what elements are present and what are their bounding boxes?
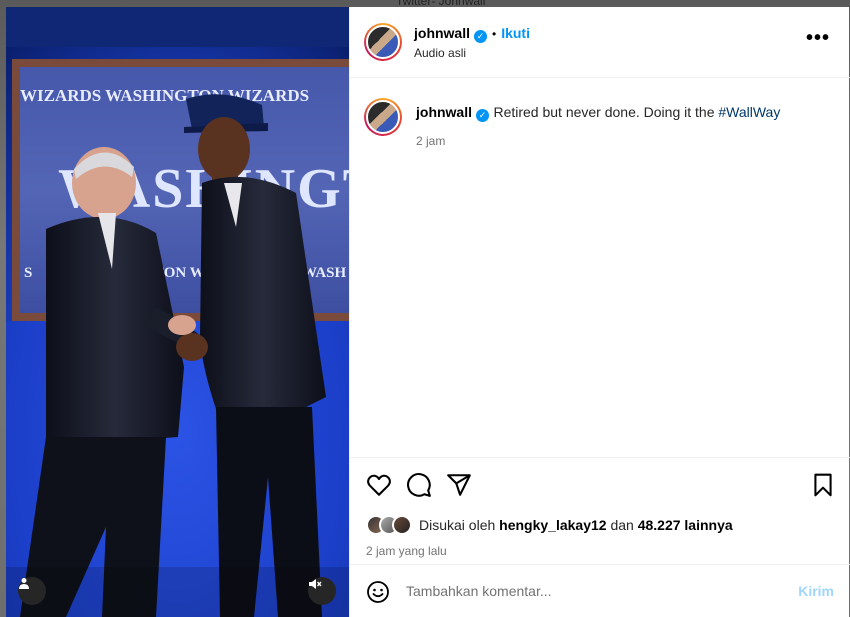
- likes-count[interactable]: 48.227 lainnya: [638, 517, 733, 533]
- banner-bottom-left-text: S: [24, 265, 32, 281]
- separator-dot: •: [492, 27, 497, 41]
- banner-top-text: WIZARDS WASHINGTON WIZARDS: [20, 86, 309, 105]
- follow-button[interactable]: Ikuti: [501, 25, 530, 41]
- post-media[interactable]: WIZARDS WASHINGTON WIZARDS WASHINGT S TO…: [6, 7, 349, 617]
- comments-section: johnwall ✓ Retired but never done. Doing …: [350, 79, 850, 457]
- mute-button[interactable]: [308, 577, 336, 605]
- post-time-ago[interactable]: 2 jam yang lalu: [366, 544, 447, 558]
- author-avatar[interactable]: [364, 23, 402, 61]
- post-actions: Disukai oleh hengky_lakay12 dan 48.227 l…: [350, 457, 850, 565]
- likes-middle: dan: [606, 517, 638, 533]
- speaker-muted-icon: [309, 579, 322, 589]
- author-username[interactable]: johnwall: [414, 25, 470, 41]
- post-details-panel: johnwall ✓ • Ikuti Audio asli ••• johnwall ✓…: [349, 7, 850, 617]
- post-comment-button[interactable]: Kirim: [798, 583, 834, 599]
- verified-badge-icon: ✓: [476, 109, 489, 122]
- heart-icon[interactable]: [366, 472, 392, 498]
- banner-bottom-right-text: WASH: [302, 265, 347, 281]
- more-options-button[interactable]: •••: [806, 28, 830, 48]
- liker-username[interactable]: hengky_lakay12: [499, 517, 606, 533]
- comment-bar: Kirim: [350, 564, 850, 617]
- caption-username[interactable]: johnwall: [416, 104, 472, 120]
- caption-hashtag[interactable]: #WallWay: [718, 104, 780, 120]
- caption-line: johnwall ✓ Retired but never done. Doing …: [416, 103, 836, 122]
- comment-bubble-icon[interactable]: [406, 472, 432, 498]
- caption-avatar[interactable]: [364, 98, 402, 136]
- post-modal: WIZARDS WASHINGTON WIZARDS WASHINGT S TO…: [6, 7, 850, 617]
- paper-plane-icon[interactable]: [446, 472, 472, 498]
- caption-text: Retired but never done. Doing it the: [493, 104, 719, 120]
- post-header: johnwall ✓ • Ikuti Audio asli •••: [350, 7, 850, 78]
- comment-input[interactable]: [406, 581, 776, 601]
- liker-avatar: [392, 515, 412, 535]
- tagged-users-button[interactable]: [18, 577, 46, 605]
- ellipsis-icon: •••: [805, 27, 830, 49]
- audio-label[interactable]: Audio asli: [414, 46, 466, 60]
- person-icon: [19, 578, 29, 589]
- bookmark-icon[interactable]: [810, 472, 836, 498]
- likes-text[interactable]: Disukai oleh hengky_lakay12 dan 48.227 l…: [419, 517, 733, 533]
- post-photo: WIZARDS WASHINGTON WIZARDS WASHINGT S TO…: [6, 7, 349, 617]
- verified-badge-icon: ✓: [474, 30, 487, 43]
- likes-summary: Disukai oleh hengky_lakay12 dan 48.227 l…: [366, 515, 733, 535]
- caption-time: 2 jam: [416, 134, 446, 148]
- smiley-icon[interactable]: [366, 580, 390, 604]
- likes-prefix: Disukai oleh: [419, 517, 500, 533]
- author-line: johnwall ✓ • Ikuti: [414, 25, 530, 43]
